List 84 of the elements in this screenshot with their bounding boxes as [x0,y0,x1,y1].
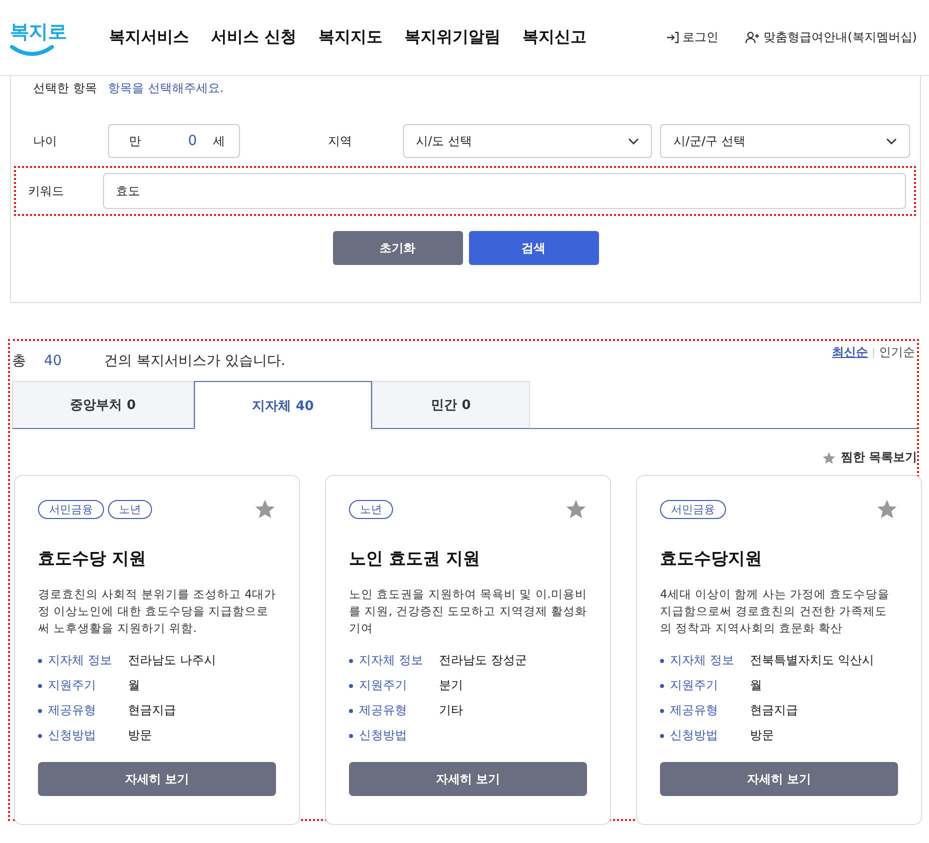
city-select[interactable]: 시/군/구 선택 [660,124,910,158]
chevron-down-icon [886,138,897,144]
smile-logo-icon [10,44,54,56]
age-field[interactable]: 만 0 세 [108,124,240,158]
total-label: 건의 복지서비스가 있습니다. [104,352,286,370]
info-label: 제공유형 [48,702,97,719]
nav-link[interactable]: 복지신고 [522,27,587,48]
login-link[interactable]: 로그인 [682,29,719,46]
bullet-icon [660,658,664,662]
card-title: 노인 효도권 지원 [349,548,481,570]
info-label: 지자체 정보 [359,652,424,669]
details-button[interactable]: 자세히 보기 [660,762,898,796]
info-label: 지자체 정보 [670,652,735,669]
card-description: 4세대 이상이 함께 사는 가정에 효도수당을 지급함으로써 경로효친의 건전한 가족제도의 정착과 지역사회의 효문화 확산 [660,586,891,637]
bullet-icon [38,708,42,712]
info-value: 현금지급 [128,702,176,719]
field-label: 지역 [328,132,353,150]
membership-link[interactable]: 맞춤형급여안내(복지멤버십) [764,29,917,46]
bullet-icon [38,684,42,688]
search-button[interactable]: 검색 [468,231,598,265]
province-select[interactable]: 시/도 선택 [402,124,652,158]
total-label: 총 [12,352,26,370]
star-icon [822,450,836,464]
bullet-icon [660,734,664,738]
login-icon [666,31,679,44]
info-value: 기타 [439,702,463,719]
reset-button[interactable]: 초기화 [332,231,462,265]
info-label: 지자체 정보 [48,652,113,669]
nav-link[interactable]: 복지서비스 [109,27,189,48]
bullet-icon [38,734,42,738]
category-tag: 노년 [349,500,393,518]
bullet-icon [38,658,42,662]
info-value: 방문 [750,727,774,744]
chevron-down-icon [628,138,640,144]
total-count: 40 [44,353,63,369]
info-label: 지원주기 [359,677,408,694]
info-label: 지원주기 [48,677,97,694]
info-value: 현금지급 [750,702,798,719]
nav-link[interactable]: 복지지도 [318,27,383,48]
info-value: 월 [750,677,762,694]
info-value: 전라남도 장성군 [439,652,527,669]
details-button[interactable]: 자세히 보기 [38,762,276,796]
category-tag: 서민금융 [660,500,726,518]
star-icon[interactable] [565,498,587,520]
field-label: 키워드 [28,182,65,200]
category-tab[interactable]: 중앙부처 0 [12,381,194,429]
user-plus-icon [744,31,760,44]
favorites-link[interactable]: 찜한 목록보기 [840,449,917,466]
field-label: 나이 [33,132,58,150]
info-value: 월 [128,677,140,694]
info-value: 분기 [439,677,463,694]
star-icon[interactable] [254,498,276,520]
bullet-icon [349,658,353,662]
bullet-icon [660,684,664,688]
info-value: 방문 [128,727,152,744]
card-title: 효도수당 지원 [38,548,147,570]
info-label: 지원주기 [670,677,719,694]
category-tag: 노년 [108,500,152,518]
card-title: 효도수당지원 [660,548,763,570]
category-tag: 서민금융 [38,500,104,518]
details-button[interactable]: 자세히 보기 [349,762,587,796]
bullet-icon [660,708,664,712]
star-icon[interactable] [876,498,898,520]
field-label: 선택한 항목 [33,80,98,96]
category-tab[interactable]: 민간 0 [372,381,530,429]
sort-option[interactable]: 인기순 [879,344,915,361]
info-label: 신청방법 [48,727,97,744]
bullet-icon [349,708,353,712]
info-label: 신청방법 [670,727,719,744]
nav-link[interactable]: 복지위기알림 [404,27,501,48]
info-value: 전라남도 나주시 [128,652,216,669]
keyword-field[interactable]: 효도 [103,173,906,209]
selected-items-hint: 항목을 선택해주세요. [108,80,224,96]
info-value: 전북특별자치도 익산시 [750,652,874,669]
card-description: 노인 효도권을 지원하여 목욕비 및 이.미용비를 지원, 건강증진 도모하고 지역경제 활성화 기여 [349,586,587,637]
nav-link[interactable]: 서비스 신청 [211,27,297,48]
sort-option[interactable]: 최신순 [832,344,868,361]
info-label: 신청방법 [359,727,408,744]
bullet-icon [349,734,353,738]
info-label: 제공유형 [670,702,719,719]
card-description: 경로효친의 사회적 분위기를 조성하고 4대가정 이상노인에 대한 효도수당을 지급함으로써 노후생활을 지원하기 위함. [38,586,276,637]
category-tab[interactable]: 지자체 40 [194,381,372,429]
bullet-icon [349,684,353,688]
info-label: 제공유형 [359,702,408,719]
